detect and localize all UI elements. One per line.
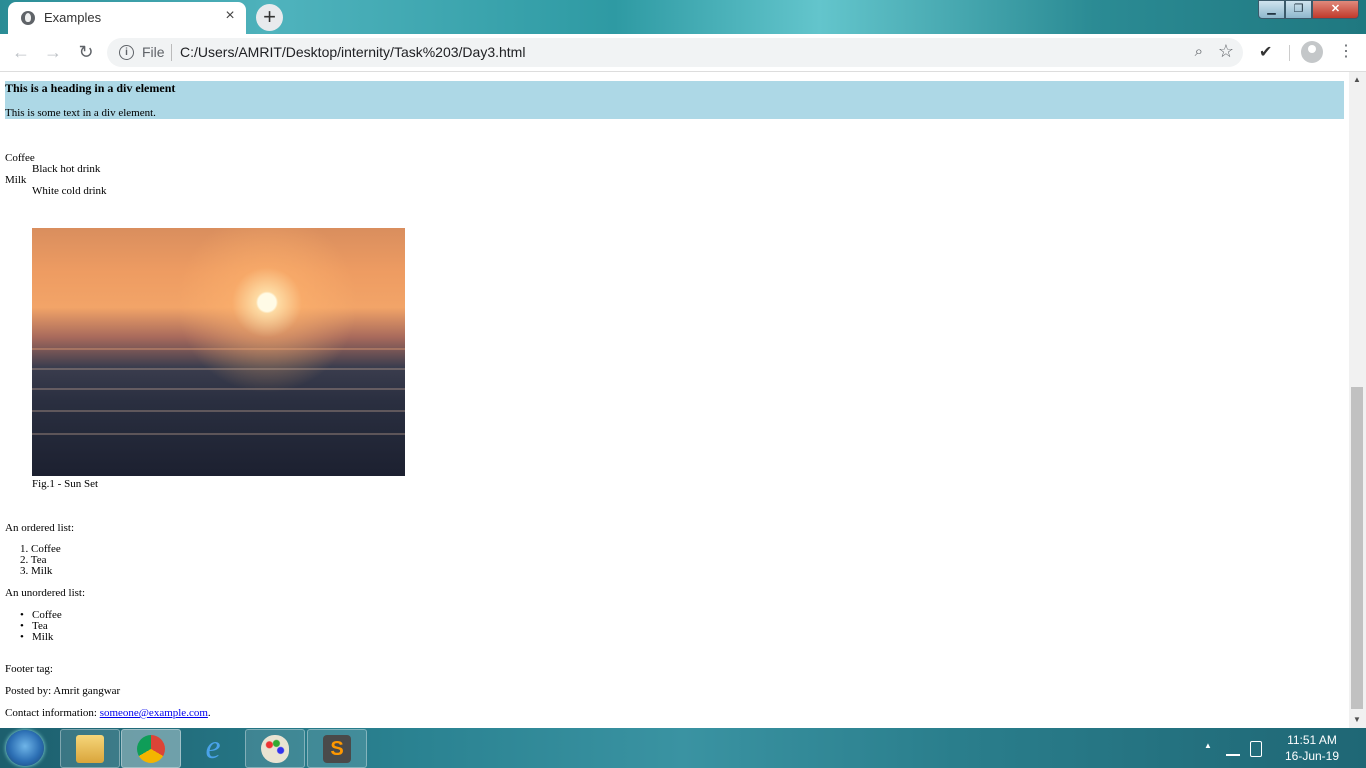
reload-button[interactable]: ↻ [75, 42, 97, 63]
sunset-image [32, 228, 405, 476]
scroll-down-arrow[interactable]: ▼ [1353, 715, 1361, 724]
scrollbar-thumb[interactable] [1351, 387, 1363, 709]
paint-palette-icon [261, 735, 289, 763]
dl-desc-coffee: Black hot drink [32, 163, 101, 175]
contact-info: Contact information: someone@example.com… [5, 707, 211, 719]
unordered-item: Milk [32, 631, 54, 643]
url-text[interactable]: C:/Users/AMRIT/Desktop/internity/Task%20… [180, 44, 525, 60]
figure-caption: Fig.1 - Sun Set [32, 478, 99, 490]
ordered-item: 3. Milk [20, 565, 53, 577]
bullet: • [20, 631, 24, 643]
taskbar-internet-explorer[interactable]: e [183, 729, 243, 768]
taskbar-paint[interactable] [245, 729, 305, 768]
contact-suffix: . [207, 707, 211, 719]
tab-title: Examples [44, 10, 102, 25]
ordered-list-label: An ordered list: [5, 522, 75, 534]
taskbar-clock[interactable]: 11:51 AM 16-Jun-19 [1282, 732, 1342, 764]
dl-desc-milk: White cold drink [32, 185, 107, 197]
contact-prefix: Contact information: [5, 707, 100, 719]
windows-taskbar: e S ▲ 11:51 AM 16-Jun-19 [0, 728, 1366, 768]
wave-line [32, 348, 405, 350]
close-window-button[interactable]: ✕ [1312, 0, 1359, 19]
scheme-label: File [142, 44, 165, 60]
div-heading: This is a heading in a div element [5, 81, 176, 95]
sublime-text-icon: S [323, 735, 351, 763]
clock-date: 16-Jun-19 [1284, 749, 1340, 763]
network-signal-icon[interactable] [1226, 742, 1240, 756]
div-text: This is some text in a div element. [5, 107, 156, 119]
footer-label: Footer tag: [5, 663, 53, 675]
dl-term-milk: Milk [5, 174, 27, 186]
bookmark-star-icon[interactable]: ☆ [1218, 41, 1234, 62]
page-content: This is a heading in a div element This … [0, 72, 1349, 728]
contact-email-link[interactable]: someone@example.com [100, 707, 208, 719]
window-controls: ▁ ❐ ✕ [1258, 0, 1359, 19]
vertical-scrollbar[interactable]: ▲ ▼ [1349, 72, 1366, 728]
chrome-icon [137, 735, 165, 763]
browser-tab[interactable]: Examples × [8, 2, 246, 34]
browser-menu-icon[interactable]: ⋮ [1338, 41, 1354, 61]
wave-line [32, 433, 405, 435]
highlight-div: This is a heading in a div element This … [5, 81, 1344, 119]
tray-overflow-arrow[interactable]: ▲ [1204, 741, 1212, 750]
posted-by: Posted by: Amrit gangwar [5, 685, 121, 697]
address-separator [171, 44, 172, 61]
new-tab-button[interactable]: + [256, 4, 283, 31]
battery-icon[interactable] [1250, 741, 1262, 757]
wave-line [32, 368, 405, 370]
clock-time: 11:51 AM [1287, 733, 1337, 747]
back-button[interactable]: ← [10, 42, 32, 63]
internet-explorer-icon: e [205, 729, 221, 766]
address-bar[interactable]: i File C:/Users/AMRIT/Desktop/internity/… [107, 38, 1243, 67]
dl-term-coffee: Coffee [5, 152, 35, 164]
browser-toolbar: ← → ↻ i File C:/Users/AMRIT/Desktop/inte… [0, 34, 1366, 72]
taskbar-chrome[interactable] [121, 729, 181, 768]
globe-icon [21, 11, 35, 25]
forward-button[interactable]: → [42, 42, 64, 63]
taskbar-explorer[interactable] [60, 729, 120, 768]
browser-title-bar: Examples × + ▁ ❐ ✕ [0, 0, 1366, 34]
start-button[interactable] [6, 730, 44, 766]
minimize-button[interactable]: ▁ [1258, 0, 1285, 19]
folder-icon [76, 735, 104, 763]
scroll-up-arrow[interactable]: ▲ [1353, 75, 1361, 84]
wave-line [32, 388, 405, 390]
taskbar-sublime[interactable]: S [307, 729, 367, 768]
toolbar-separator [1289, 45, 1290, 61]
wave-line [32, 410, 405, 412]
unordered-list-label: An unordered list: [5, 587, 86, 599]
info-icon[interactable]: i [119, 45, 134, 60]
zoom-icon[interactable]: ⌕ [1195, 43, 1203, 60]
profile-avatar-icon[interactable] [1301, 41, 1323, 63]
close-tab-icon[interactable]: × [222, 8, 238, 24]
maximize-button[interactable]: ❐ [1285, 0, 1312, 19]
extension-check-icon[interactable]: ✔ [1259, 42, 1272, 62]
